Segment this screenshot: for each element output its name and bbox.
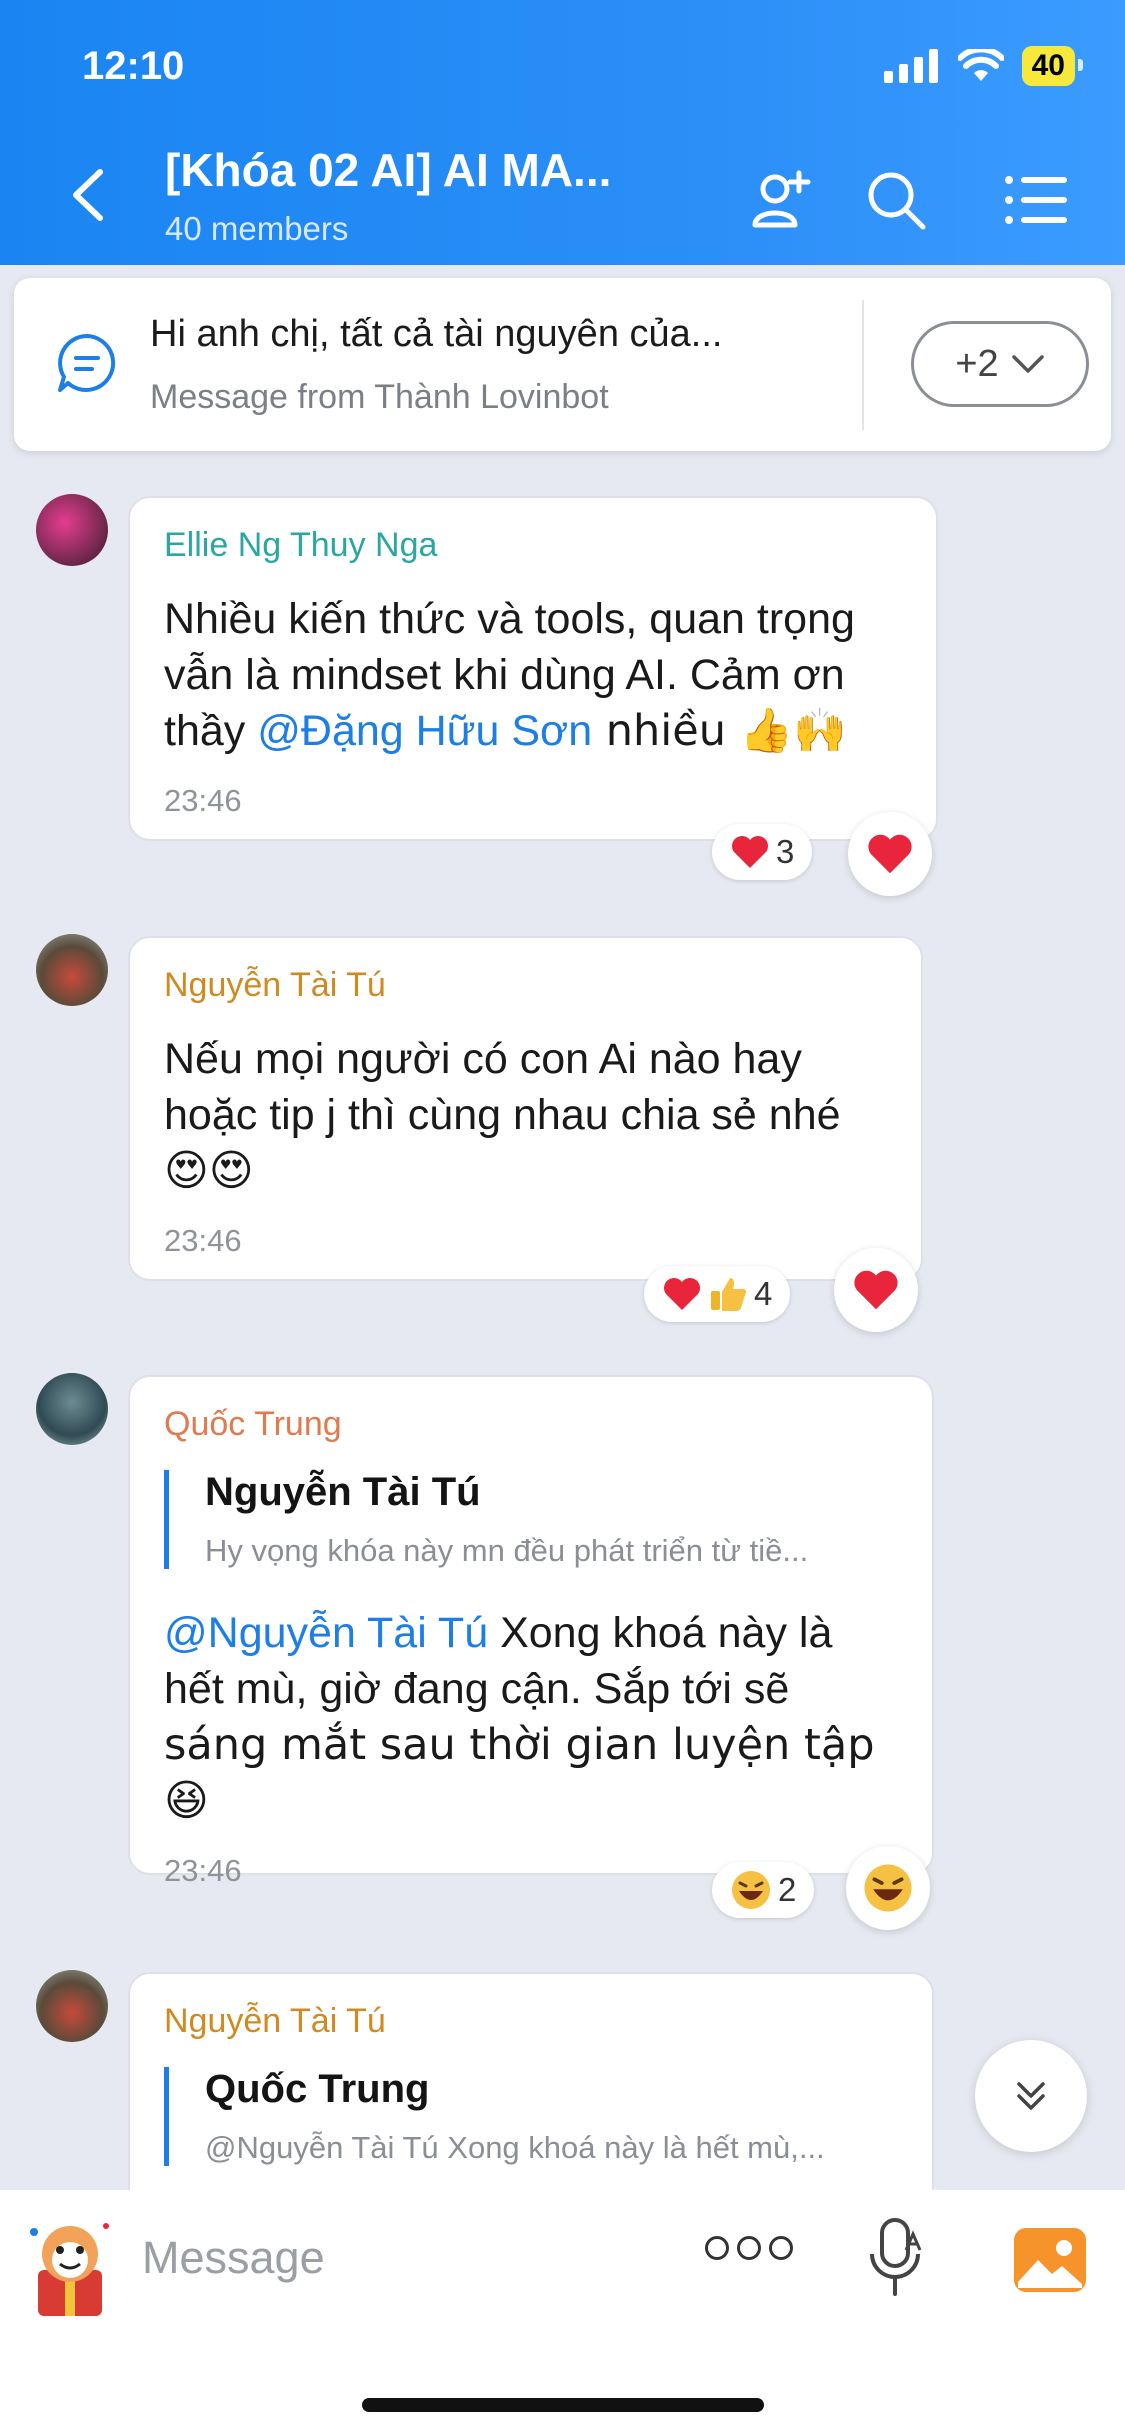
sticker-icon (30, 2223, 109, 2316)
avatar[interactable] (36, 1970, 108, 2042)
message-input[interactable] (142, 2232, 642, 2284)
thumbs-up-icon (711, 1278, 747, 1311)
divider (862, 300, 864, 430)
message-text: @Nguyễn Tài Tú Xong khoá này là hết mù, … (164, 1609, 875, 1826)
laugh-icon (864, 1864, 912, 1912)
laugh-icon (732, 1871, 770, 1909)
voice-button[interactable] (862, 2214, 932, 2304)
sender-name[interactable]: Quốc Trung (164, 1405, 898, 1444)
quote-text: @Nguyễn Tài Tú Xong khoá này là hết mù,.… (205, 2130, 825, 2165)
more-icon (705, 2236, 729, 2260)
heart-icon (868, 834, 912, 874)
chat-bubble-icon (58, 334, 116, 392)
wifi-icon (957, 49, 1004, 81)
quote-author: Nguyễn Tài Tú (205, 1470, 481, 1514)
chat-title[interactable]: [Khóa 02 AI] AI MA... (165, 143, 611, 197)
back-chevron-icon (73, 169, 103, 221)
heart-icon (854, 1270, 898, 1310)
pinned-more-button[interactable]: +2 (911, 321, 1089, 407)
pinned-message[interactable]: Hi anh chị, tất cả tài nguyên của... Mes… (14, 278, 1111, 451)
pinned-more-count: +2 (955, 342, 999, 385)
message-time: 23:46 (164, 783, 242, 818)
signal-icon (883, 49, 938, 83)
heart-icon (664, 1278, 700, 1310)
sender-name[interactable]: Nguyễn Tài Tú (164, 2002, 898, 2041)
avatar[interactable] (36, 494, 108, 566)
menu-icon (1005, 176, 1067, 224)
sender-name[interactable]: Ellie Ng Thuy Nga (164, 526, 902, 565)
react-button[interactable] (834, 1248, 918, 1332)
reply-quote[interactable]: Nguyễn Tài Tú Hy vọng khóa này mn đều ph… (164, 1470, 898, 1569)
sticker-button[interactable] (20, 2212, 120, 2322)
avatar[interactable] (36, 934, 108, 1006)
avatar[interactable] (36, 1373, 108, 1445)
sender-name[interactable]: Nguyễn Tài Tú (164, 966, 887, 1005)
status-icons: 40 (883, 46, 1084, 86)
add-member-button[interactable] (742, 160, 822, 240)
image-icon (1014, 2228, 1086, 2292)
reply-quote[interactable]: Quốc Trung @Nguyễn Tài Tú Xong khoá này … (164, 2067, 898, 2166)
battery-indicator: 40 (1021, 46, 1084, 86)
mention-link[interactable]: @Đặng Hữu Sơn (257, 707, 592, 755)
double-chevron-down-icon (1017, 2082, 1045, 2110)
scroll-to-bottom-button[interactable] (975, 2040, 1087, 2152)
message-bubble[interactable]: Nguyễn Tài Tú Nếu mọi người có con Ai nà… (128, 936, 923, 1281)
message-text: Nhiều kiến thức và tools, quan trọng vẫn… (164, 595, 855, 756)
mention-link[interactable]: @Nguyễn Tài Tú (164, 1609, 488, 1657)
add-member-icon (752, 170, 811, 228)
search-icon (868, 172, 926, 230)
message-text: Nếu mọi người có con Ai nào hay hoặc tip… (164, 1035, 841, 1196)
quote-text: Hy vọng khóa này mn đều phát triển từ ti… (205, 1533, 809, 1568)
reaction-summary[interactable]: 2 (712, 1862, 815, 1918)
chevron-down-icon (1011, 355, 1044, 373)
chat-header: 12:10 40 [Khóa 02 AI] AI MA... 40 member… (0, 0, 1125, 265)
search-button[interactable] (856, 160, 936, 240)
image-button[interactable] (1012, 2226, 1088, 2294)
react-button[interactable] (848, 812, 932, 896)
back-button[interactable] (60, 160, 120, 230)
home-indicator (362, 2398, 764, 2412)
reaction-summary[interactable]: 3 (712, 824, 813, 880)
mic-icon (870, 2218, 922, 2296)
message-bubble[interactable]: Ellie Ng Thuy Nga Nhiều kiến thức và too… (128, 496, 938, 841)
status-time: 12:10 (82, 44, 185, 88)
message-bubble[interactable]: Quốc Trung Nguyễn Tài Tú Hy vọng khóa nà… (128, 1375, 934, 1888)
pinned-subtitle: Message from Thành Lovinbot (150, 378, 609, 416)
more-button[interactable] (705, 2236, 793, 2260)
message-time: 23:46 (164, 1223, 242, 1258)
menu-button[interactable] (996, 160, 1076, 240)
member-count[interactable]: 40 members (165, 210, 348, 248)
heart-icon (732, 836, 768, 868)
quote-author: Quốc Trung (205, 2067, 430, 2111)
pinned-title: Hi anh chị, tất cả tài nguyên của... (150, 313, 723, 355)
reaction-summary[interactable]: 4 (644, 1266, 791, 1322)
react-button[interactable] (846, 1846, 930, 1930)
